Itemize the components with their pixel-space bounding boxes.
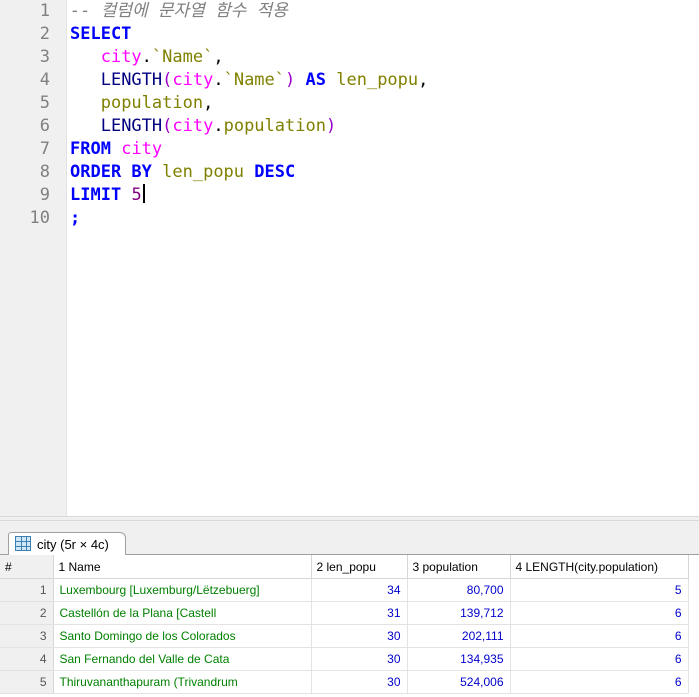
row-number[interactable]: 1 (0, 578, 54, 602)
code-line-3: city.`Name`, (70, 46, 224, 69)
number-literal: 5 (131, 185, 142, 205)
table-row[interactable]: 3 Santo Domingo de los Colorados 30 202,… (0, 624, 689, 648)
code-line-2: SELECT (70, 23, 131, 46)
keyword-order-by: ORDER BY (70, 162, 152, 182)
line-number: 1 (39, 1, 50, 21)
cell-length-population[interactable]: 6 (510, 601, 689, 625)
semicolon: ; (70, 208, 81, 228)
row-number[interactable]: 5 (0, 670, 54, 694)
text-caret (142, 184, 145, 203)
rownum-header[interactable]: # (0, 555, 54, 579)
cell-population[interactable]: 134,935 (407, 647, 511, 671)
open-paren: ( (162, 116, 173, 136)
table-row[interactable]: 4 San Fernando del Valle de Cata 30 134,… (0, 647, 689, 671)
keyword-limit: LIMIT (70, 185, 122, 205)
close-paren: ) (285, 70, 296, 90)
alias: len_popu (336, 70, 419, 90)
column-ref: population (100, 93, 204, 113)
cell-length-population[interactable]: 6 (510, 670, 689, 694)
column-header-name[interactable]: 1 Name (53, 555, 312, 579)
line-number: 8 (39, 162, 50, 182)
results-grid[interactable]: # 1 Name 2 len_popu 3 population 4 LENGT… (0, 555, 699, 697)
keyword-from: FROM (70, 139, 111, 159)
comma: , (213, 47, 224, 67)
line-number: 4 (39, 70, 50, 90)
code-line-5: population, (70, 92, 214, 115)
cell-length-population[interactable]: 6 (510, 624, 689, 648)
column-ref: `Name` (223, 70, 286, 90)
keyword-select: SELECT (70, 24, 132, 44)
cell-len-popu[interactable]: 30 (311, 670, 408, 694)
column-ref: `Name` (151, 47, 214, 67)
cell-len-popu[interactable]: 34 (311, 578, 408, 602)
cell-population[interactable]: 80,700 (407, 578, 511, 602)
results-tab-strip: city (5r × 4c) (0, 521, 699, 555)
table-row[interactable]: 5 Thiruvananthapuram (Trivandrum 30 524,… (0, 670, 689, 694)
function-length: LENGTH (100, 70, 163, 90)
code-line-10: ; (70, 207, 80, 230)
code-line-8: ORDER BY len_popu DESC (70, 161, 295, 184)
table-ref: city (121, 139, 163, 159)
line-number: 10 (29, 208, 50, 228)
line-number: 2 (39, 24, 50, 44)
keyword-desc: DESC (254, 162, 296, 182)
cell-population[interactable]: 202,111 (407, 624, 511, 648)
line-number: 9 (39, 185, 50, 205)
cell-length-population[interactable]: 5 (510, 578, 689, 602)
cell-name[interactable]: Castellón de la Plana [Castell (53, 601, 312, 625)
column-ref: len_popu (162, 162, 245, 182)
line-number: 6 (39, 116, 50, 136)
sql-editor[interactable]: 1 2 3 4 5 6 7 8 9 10 -- 컬럼에 문자열 함수 적용 SE… (0, 0, 699, 516)
column-ref: population (223, 116, 326, 136)
code-line-4: LENGTH(city.`Name`) AS len_popu, (70, 69, 429, 92)
dot: . (213, 116, 224, 136)
cell-len-popu[interactable]: 30 (311, 647, 408, 671)
results-tab-city[interactable]: city (5r × 4c) (8, 532, 126, 555)
cell-name[interactable]: Santo Domingo de los Colorados (53, 624, 312, 648)
row-number[interactable]: 2 (0, 601, 54, 625)
cell-name[interactable]: San Fernando del Valle de Cata (53, 647, 312, 671)
table-ref: city (172, 116, 214, 136)
header-row: # 1 Name 2 len_popu 3 population 4 LENGT… (0, 555, 689, 579)
code-line-9: LIMIT 5 (70, 184, 145, 207)
open-paren: ( (162, 70, 173, 90)
cell-name[interactable]: Thiruvananthapuram (Trivandrum (53, 670, 312, 694)
column-header-population[interactable]: 3 population (407, 555, 511, 579)
cell-population[interactable]: 139,712 (407, 601, 511, 625)
line-number: 7 (39, 139, 50, 159)
results-tab-label: city (5r × 4c) (37, 537, 109, 552)
table-row[interactable]: 1 Luxembourg [Luxemburg/Lëtzebuerg] 34 8… (0, 578, 689, 602)
comma: , (203, 93, 214, 113)
line-number-gutter: 1 2 3 4 5 6 7 8 9 10 (0, 0, 67, 516)
close-paren: ) (325, 116, 337, 136)
code-line-6: LENGTH(city.population) (70, 115, 336, 138)
table-ref: city (172, 70, 214, 90)
sql-comment: -- 컬럼에 문자열 함수 적용 (70, 1, 288, 21)
cell-population[interactable]: 524,006 (407, 670, 511, 694)
table-ref: city (100, 47, 142, 67)
cell-len-popu[interactable]: 30 (311, 624, 408, 648)
line-number: 5 (39, 93, 50, 113)
dot: . (141, 47, 152, 67)
table-row[interactable]: 2 Castellón de la Plana [Castell 31 139,… (0, 601, 689, 625)
code-line-1: -- 컬럼에 문자열 함수 적용 (70, 0, 288, 23)
line-number: 3 (39, 47, 50, 67)
column-header-length-population[interactable]: 4 LENGTH(city.population) (510, 555, 689, 579)
table-grid-icon (15, 536, 31, 551)
cell-length-population[interactable]: 6 (510, 647, 689, 671)
column-header-len-popu[interactable]: 2 len_popu (311, 555, 408, 579)
dot: . (213, 70, 224, 90)
cell-name[interactable]: Luxembourg [Luxemburg/Lëtzebuerg] (53, 578, 312, 602)
function-length: LENGTH (100, 116, 163, 136)
comma: , (418, 70, 429, 90)
row-number[interactable]: 3 (0, 624, 54, 648)
cell-len-popu[interactable]: 31 (311, 601, 408, 625)
keyword-as: AS (305, 70, 326, 90)
row-number[interactable]: 4 (0, 647, 54, 671)
code-line-7: FROM city (70, 138, 162, 161)
